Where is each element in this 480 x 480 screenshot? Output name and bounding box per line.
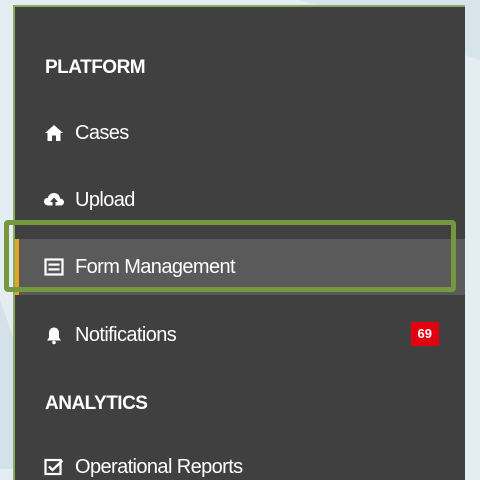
sidebar-item-notifications[interactable]: Notifications 69: [15, 307, 465, 363]
cloud-upload-icon: [43, 189, 65, 211]
sidebar-item-label: Cases: [75, 121, 129, 144]
sidebar-item-upload[interactable]: Upload: [15, 172, 465, 228]
notification-count-badge: 69: [410, 322, 439, 346]
sidebar-item-label: Form Management: [75, 255, 236, 278]
sidebar-item-label: Upload: [75, 188, 135, 211]
form-icon: [43, 256, 65, 278]
section-label-platform: PLATFORM: [45, 57, 146, 78]
sidebar-item-label: Operational Reports: [75, 455, 243, 478]
active-indicator: [15, 239, 19, 295]
checkbox-icon: [43, 456, 65, 478]
sidebar-item-form-management[interactable]: Form Management: [15, 239, 465, 295]
bell-icon: [43, 324, 65, 346]
home-icon: [43, 122, 65, 144]
section-label-analytics: ANALYTICS: [45, 393, 148, 414]
sidebar-item-operational-reports[interactable]: Operational Reports: [15, 439, 465, 480]
sidebar-item-cases[interactable]: Cases: [15, 105, 465, 161]
sidebar: PLATFORM Cases Upload Form Management No…: [13, 5, 465, 480]
sidebar-item-label: Notifications: [75, 323, 177, 346]
